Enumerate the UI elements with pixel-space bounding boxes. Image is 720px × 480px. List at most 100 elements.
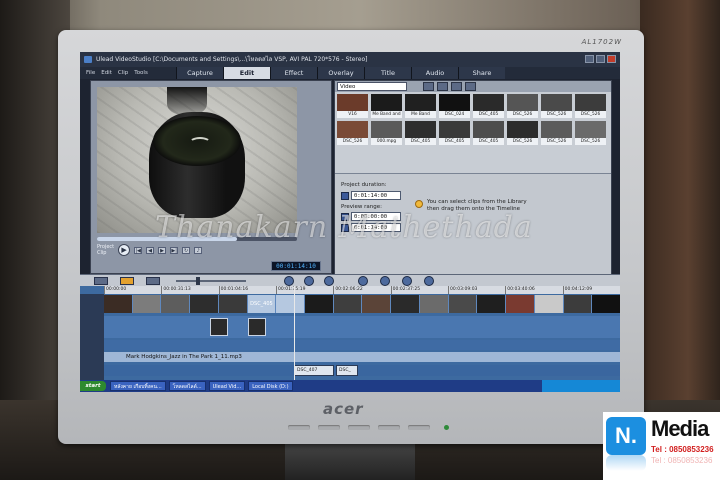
ruler-tick: 00:04:12:09 [562, 286, 620, 294]
video-clip[interactable] [218, 295, 247, 313]
library-thumbnail[interactable]: 000.mpg [371, 121, 402, 145]
storyboard-view-button[interactable] [94, 277, 108, 285]
overlay-clip[interactable] [210, 318, 228, 336]
monitor-button[interactable] [377, 425, 400, 430]
video-clip[interactable] [161, 295, 190, 313]
taskbar-item[interactable]: Local Disk (D:) [248, 381, 293, 391]
video-clip[interactable] [362, 295, 391, 313]
tab-audio[interactable]: Audio [411, 67, 458, 79]
library-thumbnail[interactable]: DSC_405 [405, 121, 436, 145]
library-thumbnail[interactable]: DSC_526 [541, 121, 572, 145]
video-clip[interactable] [506, 295, 534, 313]
import-icon[interactable] [437, 82, 448, 91]
zoom-icon[interactable] [358, 276, 368, 286]
video-clip[interactable] [391, 295, 419, 313]
overlay-clip[interactable] [248, 318, 266, 336]
video-clip[interactable]: DSC_405 [247, 295, 276, 313]
trim-icon[interactable] [380, 276, 390, 286]
music-clip[interactable]: DSC_ [336, 365, 358, 376]
play-icon[interactable]: ▶ [118, 244, 131, 256]
playhead[interactable] [294, 286, 295, 380]
timecode-display[interactable]: 00:01:14:10 [271, 261, 321, 271]
monitor-button[interactable] [347, 425, 370, 430]
repeat-icon[interactable]: ↻ [182, 246, 191, 254]
menu-item-clip[interactable]: Clip [118, 67, 128, 79]
audio-view-button[interactable] [146, 277, 160, 285]
tab-overlay[interactable]: Overlay [317, 67, 364, 79]
video-clip[interactable] [534, 295, 563, 313]
volume-icon[interactable]: ♪ [194, 246, 203, 254]
tab-capture[interactable]: Capture [176, 67, 223, 79]
clip-mode-label[interactable]: Clip [97, 250, 114, 256]
video-clip[interactable] [419, 295, 448, 313]
menu-item-file[interactable]: File [86, 67, 95, 79]
title-track[interactable] [104, 340, 620, 350]
library-thumbnail[interactable]: DSC_405 [439, 121, 470, 145]
taskbar-item[interactable]: โหลดสไลด์... [168, 381, 206, 391]
menu-item-tools[interactable]: Tools [134, 67, 148, 79]
tab-effect[interactable]: Effect [270, 67, 317, 79]
library-thumbnail[interactable]: DSC_526 [507, 94, 538, 118]
video-clip[interactable] [276, 295, 305, 313]
video-clip[interactable] [477, 295, 506, 313]
library-thumbnail[interactable]: DSC_526 [337, 121, 368, 145]
library-thumbnail[interactable]: DSC_526 [575, 121, 606, 145]
library-thumbnail[interactable]: DSC_405 [473, 94, 504, 118]
video-clip[interactable] [563, 295, 592, 313]
project-duration-field[interactable]: 0:01:14:00 [351, 191, 401, 200]
minimize-button[interactable] [585, 55, 594, 63]
video-clip[interactable] [132, 295, 161, 313]
zoom-knob[interactable] [196, 277, 200, 285]
taskbar-item[interactable]: หลังคาย เกือบทิ้งคน... [110, 381, 166, 391]
video-clip[interactable] [305, 295, 333, 313]
library-thumbnail[interactable]: V16 [337, 94, 368, 118]
tab-share[interactable]: Share [458, 67, 505, 79]
maximize-button[interactable] [596, 55, 605, 63]
video-clip[interactable] [592, 295, 620, 313]
undo-icon[interactable] [304, 276, 314, 286]
monitor-button[interactable] [317, 425, 340, 430]
library-thumbnail[interactable]: DSC_024 [439, 94, 470, 118]
library-thumbnail[interactable]: DSC_526 [575, 94, 606, 118]
audio-mixer-icon[interactable] [424, 276, 434, 286]
options-icon[interactable] [465, 82, 476, 91]
next-frame-icon[interactable]: ▶ [158, 246, 167, 254]
library-thumbnail[interactable]: DSC_526 [507, 121, 538, 145]
library-thumbnail[interactable]: Me Band and [371, 94, 402, 118]
library-category-select[interactable]: Video [337, 82, 407, 91]
insert-icon[interactable] [284, 276, 294, 286]
redo-icon[interactable] [324, 276, 334, 286]
taskbar-item[interactable]: Ulead Vid... [208, 381, 246, 391]
video-clip[interactable] [448, 295, 477, 313]
logo-phone: Tel : 0850853236 [651, 445, 714, 454]
thumbnail-caption: DSC_526 [507, 138, 538, 145]
start-button[interactable]: start [80, 381, 106, 391]
music-clip[interactable]: DSC_407 [294, 365, 334, 376]
smart-render-icon[interactable] [402, 276, 412, 286]
tab-edit[interactable]: Edit [223, 67, 270, 79]
overlay-track[interactable] [104, 316, 620, 338]
timeline-view-button[interactable] [120, 277, 134, 285]
monitor-button[interactable] [287, 425, 310, 430]
video-track[interactable]: DSC_405 [104, 295, 620, 313]
voice-track[interactable]: Mark Hodgkins_Jazz in The Park 1_11.mp3 [104, 352, 620, 362]
home-icon[interactable]: |◀ [134, 246, 143, 254]
end-icon[interactable]: ▶| [170, 246, 179, 254]
tab-title[interactable]: Title [364, 67, 411, 79]
timeline-ruler[interactable]: 00:00:00 00:00:31:13 00:01:04:16 00:01:35:1… [104, 286, 620, 294]
film-icon[interactable] [451, 82, 462, 91]
library-thumbnail[interactable]: DSC_526 [541, 94, 572, 118]
zoom-slider[interactable] [176, 277, 246, 285]
music-track[interactable]: DSC_407 DSC_ [104, 365, 620, 376]
monitor-button[interactable] [407, 425, 430, 430]
library-thumbnail[interactable]: Me Band [405, 94, 436, 118]
audio-clip-name[interactable]: Mark Hodgkins_Jazz in The Park 1_11.mp3 [126, 352, 242, 362]
menu-item-edit[interactable]: Edit [101, 67, 112, 79]
video-clip[interactable] [333, 295, 362, 313]
video-clip[interactable] [104, 295, 132, 313]
video-clip[interactable] [190, 295, 218, 313]
previous-frame-icon[interactable]: ◀ [146, 246, 155, 254]
close-button[interactable] [607, 55, 616, 63]
folder-icon[interactable] [423, 82, 434, 91]
library-thumbnail[interactable]: DSC_405 [473, 121, 504, 145]
